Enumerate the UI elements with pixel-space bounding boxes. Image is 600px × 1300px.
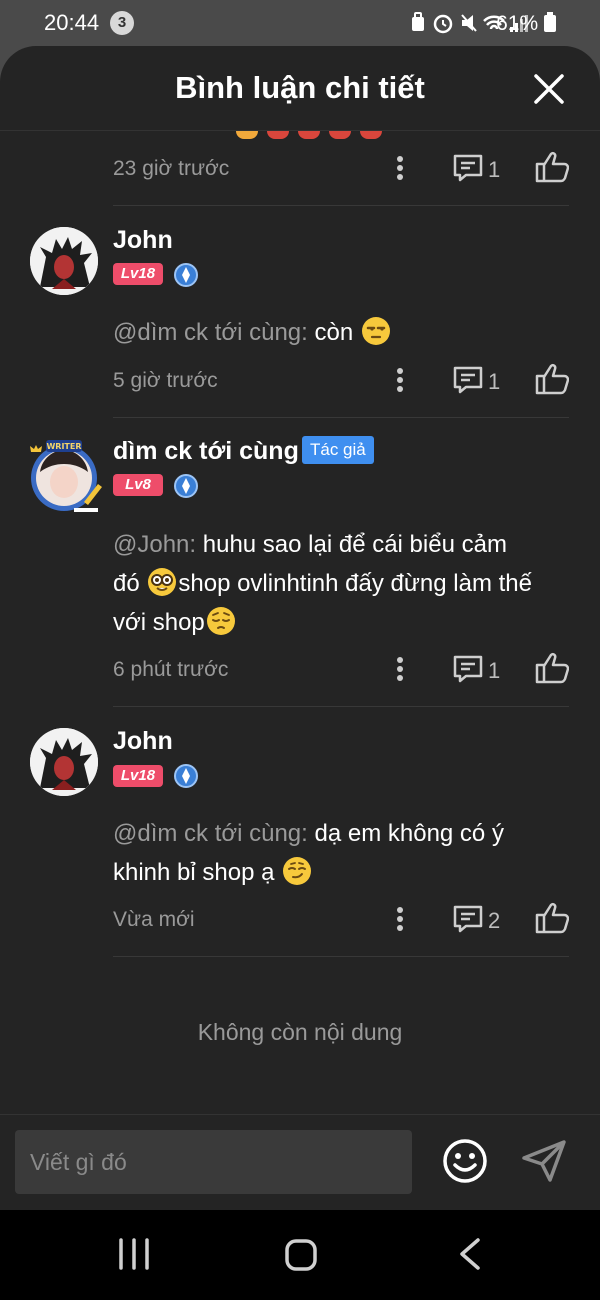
comment-body: còn — [307, 319, 360, 346]
composer-divider — [0, 1114, 600, 1115]
like-icon[interactable] — [535, 902, 569, 934]
avatar[interactable] — [30, 728, 98, 796]
notification-count-badge: 3 — [110, 11, 134, 35]
comment-text: @John: huhu sao lại để cái biểu cảm đó s… — [113, 525, 573, 642]
status-time: 20:44 — [44, 10, 100, 35]
more-options-icon[interactable] — [392, 905, 408, 935]
level-badge: Lv18 — [113, 263, 163, 285]
comment-body: khinh bỉ shop ạ — [113, 859, 282, 886]
comment-text: @dìm ck tới cùng: còn — [113, 313, 573, 352]
more-options-icon[interactable] — [392, 154, 408, 184]
verified-badge-icon — [174, 263, 198, 287]
status-bar: 20:44 3 61% — [0, 0, 600, 46]
battery-percent: 61% — [496, 12, 539, 35]
unamused-face-emoji — [361, 317, 390, 345]
cut-off-emoji-row — [236, 126, 391, 144]
author-avatar[interactable]: WRITER — [24, 436, 104, 516]
smirking-face-emoji — [283, 857, 312, 885]
emoji-picker-icon[interactable] — [441, 1137, 489, 1185]
reply-count: 2 — [488, 908, 501, 933]
commenter-name[interactable]: John — [113, 226, 173, 255]
mention[interactable]: @dìm ck tới cùng: — [113, 319, 308, 346]
comment-text: @dìm ck tới cùng: dạ em không có ý khinh… — [113, 814, 573, 892]
level-badge: Lv8 — [113, 474, 163, 496]
comment-time: Vừa mới — [113, 908, 195, 931]
like-icon[interactable] — [535, 151, 569, 183]
back-icon[interactable] — [458, 1238, 482, 1270]
avatar[interactable] — [30, 227, 98, 295]
reply-icon[interactable] — [452, 365, 484, 395]
like-icon[interactable] — [535, 652, 569, 684]
reply-count: 1 — [488, 369, 501, 394]
commenter-name[interactable]: John — [113, 727, 173, 756]
avatar-image — [30, 227, 98, 295]
battery-icon — [544, 12, 556, 32]
comment-body: dạ em không có ý — [307, 820, 504, 847]
end-of-content-label: Không còn nội dung — [197, 1019, 403, 1045]
comment-body: shop ovlinhtinh đấy đừng làm thế — [178, 570, 532, 597]
comment-time: 5 giờ trước — [113, 369, 218, 392]
reply-count: 1 — [488, 658, 501, 683]
comment-body: với shop — [113, 609, 205, 636]
battery-level: 61% — [496, 12, 556, 36]
like-icon[interactable] — [535, 363, 569, 395]
svg-text:WRITER: WRITER — [46, 442, 81, 451]
mention[interactable]: @dìm ck tới cùng: — [113, 820, 308, 847]
comment-body: đó — [113, 570, 147, 597]
comment-time: 23 giờ trước — [113, 157, 230, 180]
pensive-face-emoji — [206, 607, 235, 635]
verified-badge-icon — [174, 474, 198, 498]
send-icon[interactable] — [520, 1138, 568, 1184]
more-options-icon[interactable] — [392, 655, 408, 685]
sheet-title: Bình luận chi tiết — [175, 70, 425, 105]
home-icon[interactable] — [284, 1238, 318, 1272]
reply-count: 1 — [488, 157, 501, 182]
comment-input[interactable] — [15, 1130, 412, 1194]
verified-badge-icon — [174, 764, 198, 788]
reply-icon[interactable] — [452, 153, 484, 183]
reply-icon[interactable] — [452, 904, 484, 934]
comment-time: 6 phút trước — [113, 658, 229, 681]
author-tag: Tác giả — [302, 436, 374, 464]
nerd-face-emoji — [148, 568, 177, 596]
more-options-icon[interactable] — [392, 366, 408, 396]
recent-apps-icon[interactable] — [118, 1238, 150, 1270]
mention[interactable]: @John: — [113, 531, 196, 558]
commenter-name[interactable]: dìm ck tới cùng — [113, 437, 299, 466]
level-badge: Lv18 — [113, 765, 163, 787]
close-icon[interactable] — [532, 72, 566, 106]
avatar-image — [30, 728, 98, 796]
reply-icon[interactable] — [452, 654, 484, 684]
comment-body: huhu sao lại để cái biểu cảm — [196, 531, 507, 558]
